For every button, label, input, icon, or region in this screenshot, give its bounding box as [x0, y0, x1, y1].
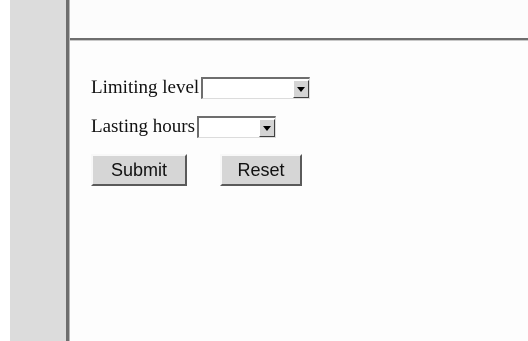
submit-button[interactable]: Submit	[91, 154, 187, 186]
chevron-down-icon[interactable]	[258, 118, 275, 137]
left-frame	[10, 0, 66, 341]
lasting-hours-row: Lasting hours	[91, 116, 276, 138]
top-frame	[70, 0, 528, 38]
chevron-down-icon[interactable]	[293, 79, 310, 98]
main-content-frame: Limiting level Lasting hours Submit Rese…	[70, 41, 528, 341]
lasting-hours-select[interactable]	[196, 116, 276, 138]
limiting-level-label: Limiting level	[91, 77, 200, 98]
reset-button[interactable]: Reset	[220, 154, 302, 186]
limiting-level-select[interactable]	[201, 77, 311, 99]
limiting-level-row: Limiting level	[91, 77, 311, 99]
lasting-hours-label: Lasting hours	[91, 116, 195, 137]
